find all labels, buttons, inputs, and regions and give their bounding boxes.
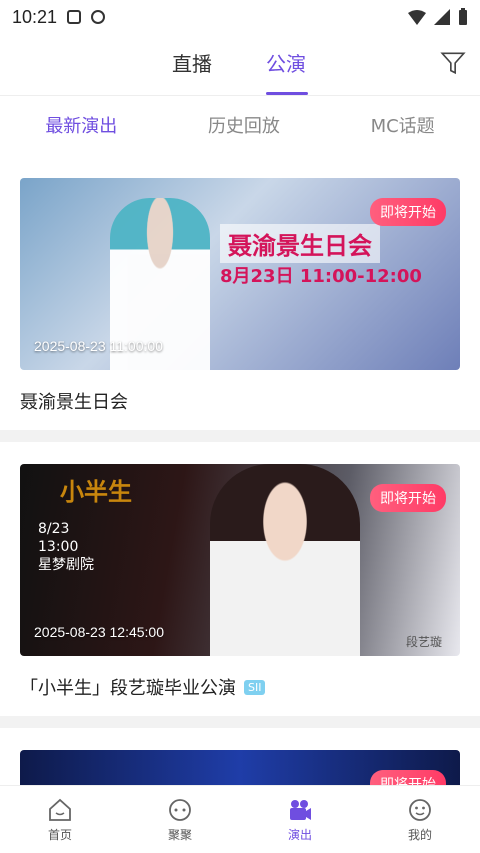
video-camera-icon (290, 800, 311, 820)
subtab-history[interactable]: 历史回放 (208, 112, 280, 138)
nav-home[interactable]: 首页 (20, 786, 100, 853)
card-datetime: 2025-08-23 12:45:00 (34, 624, 164, 640)
signal-icon (434, 9, 450, 25)
profile-icon (409, 799, 431, 821)
status-badge: 即将开始 (370, 198, 446, 226)
card-title-text: 「小半生」段艺璇毕业公演 (20, 678, 236, 699)
tab-performance[interactable]: 公演 (266, 48, 306, 77)
card-title[interactable]: 聂渝景生日会 (20, 388, 128, 414)
status-badge: 即将开始 (370, 484, 446, 512)
card-title[interactable]: 「小半生」段艺璇毕业公演 SII (20, 674, 266, 700)
nav-gather-label: 聚聚 (167, 828, 192, 842)
divider (0, 430, 480, 442)
sub-tabs: 最新演出 历史回放 MC话题 (0, 100, 480, 150)
nav-profile-label: 我的 (407, 828, 432, 842)
divider (0, 716, 480, 728)
filter-icon[interactable] (440, 50, 466, 76)
nav-gather[interactable]: 聚聚 (140, 786, 220, 853)
poster-time: 8月23日 11:00-12:00 (220, 266, 422, 287)
card-datetime: 2025-08-23 11:00:00 (34, 338, 163, 354)
home-icon (49, 798, 71, 821)
performance-card[interactable]: 小半生 8/23 13:00 星梦剧院 段艺璇 即将开始 2025-08-23 … (20, 464, 460, 656)
wifi-icon (408, 10, 426, 25)
subtab-mc-topic[interactable]: MC话题 (371, 112, 435, 138)
nav-performance-label: 演出 (287, 828, 312, 842)
status-bar: 10:21 (0, 0, 480, 34)
battery-icon (459, 8, 467, 25)
nav-home-label: 首页 (47, 828, 72, 842)
notification-icon (91, 10, 106, 24)
status-time: 10:21 (12, 6, 58, 27)
top-navigation: 直播 公演 (0, 34, 480, 96)
nav-performance[interactable]: 演出 (260, 786, 340, 853)
nav-profile[interactable]: 我的 (380, 786, 460, 853)
team-tag: SII (244, 679, 266, 695)
poster-logo: 小半生 (60, 478, 132, 506)
performance-card[interactable]: 聂渝景生日会 8月23日 11:00-12:00 即将开始 2025-08-23… (20, 178, 460, 370)
poster-info: 8/23 13:00 星梦剧院 (38, 521, 94, 573)
poster-signature: 段艺璇 (405, 635, 442, 649)
bottom-navigation: 首页 聚聚 演出 我的 (0, 785, 480, 853)
tab-live[interactable]: 直播 (172, 48, 212, 77)
poster-title: 聂渝景生日会 (220, 224, 380, 263)
tab-indicator (266, 92, 308, 95)
chat-bubble-icon (169, 799, 191, 821)
subtab-latest[interactable]: 最新演出 (45, 112, 117, 138)
app-notification-icon (67, 10, 82, 24)
poster-image (210, 464, 360, 656)
